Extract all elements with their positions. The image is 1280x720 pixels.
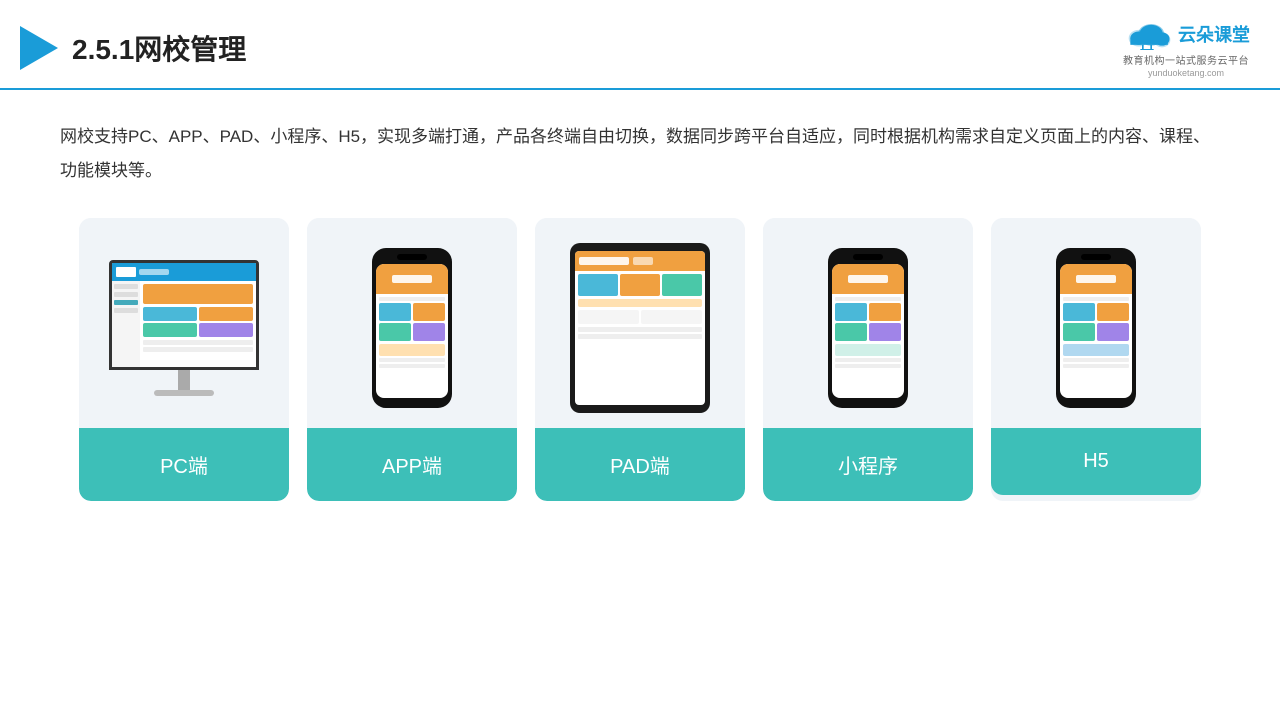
phone-mock-h5 xyxy=(1056,248,1136,408)
card-h5-label: H5 xyxy=(991,428,1201,495)
phone-notch-app xyxy=(397,254,427,260)
phone-screen-h5 xyxy=(1060,264,1132,398)
cloud-icon xyxy=(1122,18,1172,50)
header-left: 2.5.1网校管理 xyxy=(20,26,246,70)
play-icon xyxy=(20,26,58,70)
phone-mock-miniapp xyxy=(828,248,908,408)
card-miniapp-label: 小程序 xyxy=(763,428,973,501)
monitor-mock xyxy=(104,260,264,396)
page-header: 2.5.1网校管理 云朵课堂 教育机构一站式服务云平台 yunduoketang… xyxy=(0,0,1280,90)
card-h5: H5 xyxy=(991,218,1201,501)
logo-cloud: 云朵课堂 xyxy=(1122,18,1250,50)
card-h5-image xyxy=(991,218,1201,428)
phone-screen-app xyxy=(376,264,448,398)
card-app: APP端 xyxy=(307,218,517,501)
tablet-screen xyxy=(575,251,705,405)
card-pad: PAD端 xyxy=(535,218,745,501)
card-miniapp-image xyxy=(763,218,973,428)
monitor-base xyxy=(154,390,214,396)
logo-area: 云朵课堂 教育机构一站式服务云平台 yunduoketang.com xyxy=(1122,18,1250,78)
monitor-stand xyxy=(178,370,190,390)
main-content: 网校支持PC、APP、PAD、小程序、H5，实现多端打通，产品各终端自由切换，数… xyxy=(0,90,1280,521)
phone-notch-h5 xyxy=(1081,254,1111,260)
phone-mock-app xyxy=(372,248,452,408)
card-pc-image xyxy=(79,218,289,428)
phone-screen-miniapp xyxy=(832,264,904,398)
monitor-screen xyxy=(109,260,259,370)
description-text: 网校支持PC、APP、PAD、小程序、H5，实现多端打通，产品各终端自由切换，数… xyxy=(60,120,1220,188)
logo-tagline: 教育机构一站式服务云平台 xyxy=(1123,52,1249,67)
card-pc-label: PC端 xyxy=(79,428,289,501)
card-pad-label: PAD端 xyxy=(535,428,745,501)
logo-name: 云朵课堂 xyxy=(1178,21,1250,47)
cards-container: PC端 xyxy=(60,218,1220,501)
card-pc: PC端 xyxy=(79,218,289,501)
card-app-label: APP端 xyxy=(307,428,517,501)
phone-notch-miniapp xyxy=(853,254,883,260)
card-miniapp: 小程序 xyxy=(763,218,973,501)
tablet-mock xyxy=(570,243,710,413)
logo-url: yunduoketang.com xyxy=(1148,68,1224,78)
page-title: 2.5.1网校管理 xyxy=(72,28,246,68)
card-pad-image xyxy=(535,218,745,428)
card-app-image xyxy=(307,218,517,428)
